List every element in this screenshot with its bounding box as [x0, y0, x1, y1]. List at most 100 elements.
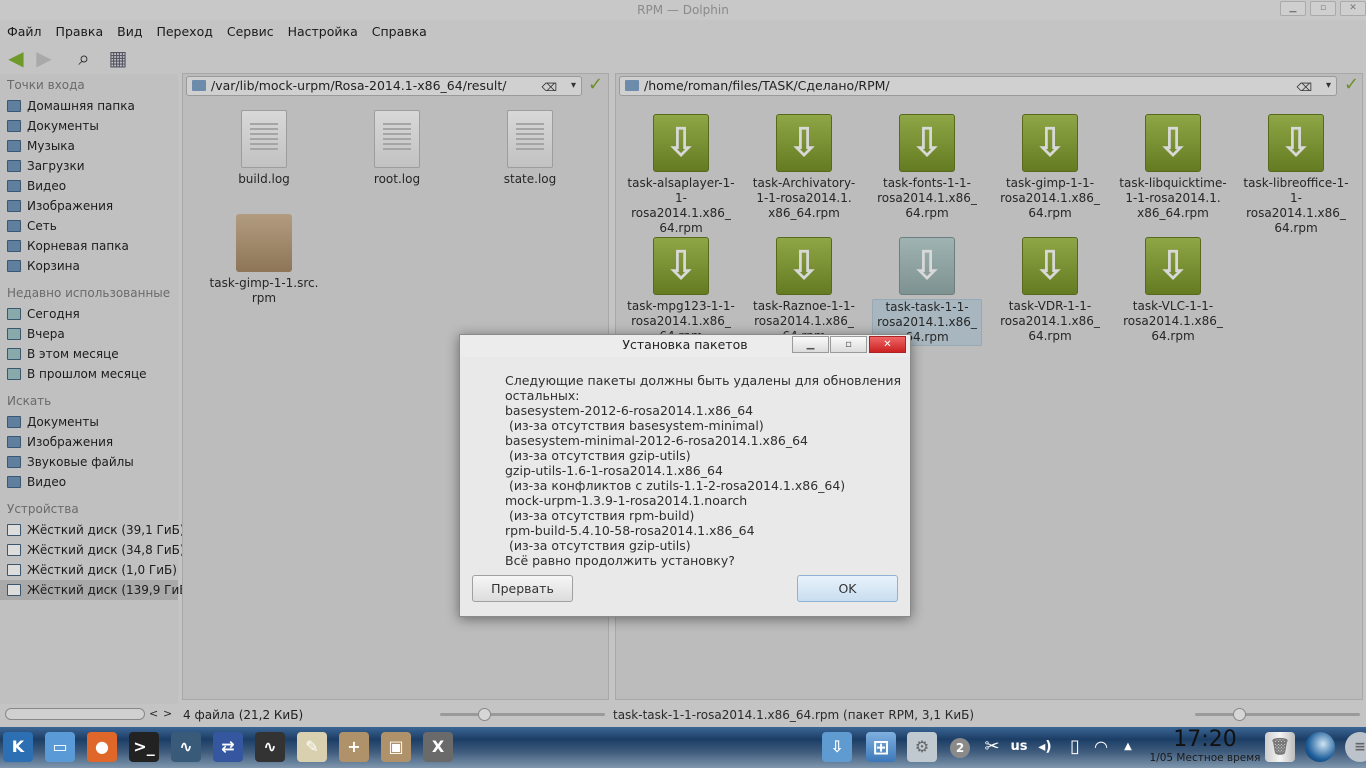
- window-switcher-icon[interactable]: ⊞: [866, 732, 896, 762]
- terminal-icon[interactable]: >_: [129, 732, 159, 762]
- documents-icon: [7, 416, 21, 428]
- close-button[interactable]: ✕: [1340, 1, 1366, 16]
- sidebar-scrollbar[interactable]: [5, 708, 145, 720]
- x-tool-icon[interactable]: X: [423, 732, 453, 762]
- kde-menu-icon[interactable]: K: [3, 732, 33, 762]
- menu-item-1[interactable]: Правка: [49, 22, 111, 42]
- rpm-package-icon: [653, 237, 709, 295]
- ok-button[interactable]: OK: [797, 575, 898, 602]
- scroll-left-icon[interactable]: <: [149, 707, 158, 720]
- root-folder-icon: [7, 240, 21, 252]
- search-icon[interactable]: ⌕: [72, 46, 96, 70]
- back-arrow-icon[interactable]: ◀: [4, 46, 28, 70]
- file-item[interactable]: task-fonts-1-1- rosa2014.1.x86_ 64.rpm: [872, 114, 982, 221]
- zoom-slider-left[interactable]: [440, 708, 605, 721]
- settings-icon[interactable]: ⚙: [907, 732, 937, 762]
- zoom-slider-right[interactable]: [1195, 708, 1360, 721]
- text-file-icon: [241, 110, 287, 168]
- notes-icon[interactable]: ✎: [297, 732, 327, 762]
- clear-icon[interactable]: ⌫: [541, 79, 557, 97]
- dialog-close-button[interactable]: ✕: [869, 336, 906, 353]
- forward-arrow-icon[interactable]: ▶: [32, 46, 56, 70]
- file-item[interactable]: root.log: [342, 110, 452, 187]
- places-panel: Точки входа Домашняя папка Документы Музыка…: [0, 74, 192, 704]
- location-bar[interactable]: /var/lib/mock-urpm/Rosa-2014.1-x86_64/re…: [186, 76, 582, 96]
- trash-icon: [7, 260, 21, 272]
- sidebar-item-recent-2[interactable]: В этом месяце: [0, 344, 178, 364]
- sidebar-item-recent-1[interactable]: Вчера: [0, 324, 178, 344]
- sidebar-item-devices-2[interactable]: Жёсткий диск (1,0 ГиБ): [0, 560, 178, 580]
- file-item[interactable]: task-VLC-1-1- rosa2014.1.x86_ 64.rpm: [1118, 237, 1228, 344]
- sidebar-item-places-7[interactable]: Корневая папка: [0, 236, 178, 256]
- sidebar-item-places-6[interactable]: Сеть: [0, 216, 178, 236]
- menu-item-2[interactable]: Вид: [110, 22, 149, 42]
- package-icon: [236, 214, 292, 272]
- package-install-icon[interactable]: +: [339, 732, 369, 762]
- downloads-folder-icon[interactable]: ⇩: [822, 732, 852, 762]
- file-item[interactable]: build.log: [209, 110, 319, 187]
- file-item[interactable]: task-VDR-1-1- rosa2014.1.x86_ 64.rpm: [995, 237, 1105, 344]
- rpm-package-icon: [1022, 237, 1078, 295]
- file-item[interactable]: task-libreoffice-1- 1-rosa2014.1.x86_ 64…: [1241, 114, 1351, 236]
- sidebar-item-places-3[interactable]: Загрузки: [0, 156, 178, 176]
- menu-item-4[interactable]: Сервис: [220, 22, 281, 42]
- view-mode-icon[interactable]: ▦: [106, 46, 130, 70]
- file-item[interactable]: task-alsaplayer-1- 1-rosa2014.1.x86_ 64.…: [626, 114, 736, 236]
- sidebar-item-places-1[interactable]: Документы: [0, 116, 178, 136]
- scroll-right-icon[interactable]: >: [163, 707, 172, 720]
- wifi-icon[interactable]: ◠: [1086, 732, 1116, 762]
- sidebar-item-places-8[interactable]: Корзина: [0, 256, 178, 276]
- clear-icon[interactable]: ⌫: [1296, 79, 1312, 97]
- sidebar-item-places-0[interactable]: Домашняя папка: [0, 96, 178, 116]
- sidebar-item-devices-3[interactable]: Жёсткий диск (139,9 ГиБ): [0, 580, 192, 600]
- scissors-icon[interactable]: ✂: [977, 732, 1007, 762]
- tray-expand-icon[interactable]: ▲: [1113, 732, 1143, 762]
- firefox-icon[interactable]: ●: [87, 732, 117, 762]
- abort-button[interactable]: Прервать: [472, 575, 573, 602]
- sidebar-item-search-3[interactable]: Видео: [0, 472, 178, 492]
- sidebar-item-label: Документы: [27, 119, 99, 133]
- sidebar-item-search-0[interactable]: Документы: [0, 412, 178, 432]
- dialog-maximize-button[interactable]: ▫: [830, 336, 867, 353]
- menu-item-0[interactable]: Файл: [0, 22, 49, 42]
- file-manager-icon[interactable]: ▭: [45, 732, 75, 762]
- chevron-down-icon[interactable]: ▾: [1326, 77, 1331, 95]
- file-item[interactable]: task-task-1-1- rosa2014.1.x86_ 64.rpm: [872, 237, 982, 346]
- sidebar-item-recent-0[interactable]: Сегодня: [0, 304, 178, 324]
- dialog-minimize-button[interactable]: ▁: [792, 336, 829, 353]
- file-item[interactable]: task-gimp-1-1.src. rpm: [209, 214, 319, 306]
- clock-time[interactable]: 17:20: [1150, 727, 1260, 753]
- trash-icon[interactable]: 🗑: [1265, 732, 1295, 762]
- desktop-pager[interactable]: 2: [950, 738, 970, 758]
- sidebar-item-devices-1[interactable]: Жёсткий диск (34,8 ГиБ): [0, 540, 185, 560]
- minimize-button[interactable]: ▁: [1280, 1, 1306, 16]
- checkmark-icon[interactable]: ✓: [588, 74, 603, 95]
- volume-icon[interactable]: ◂): [1030, 732, 1060, 762]
- system-monitor-icon[interactable]: ∿: [171, 732, 201, 762]
- rosa-logo-icon[interactable]: [1305, 732, 1335, 762]
- maximize-button[interactable]: ▫: [1310, 1, 1336, 16]
- menu-item-3[interactable]: Переход: [149, 22, 219, 42]
- file-item[interactable]: task-Archivatory- 1-1-rosa2014.1. x86_64…: [749, 114, 859, 221]
- sidebar-item-places-5[interactable]: Изображения: [0, 196, 178, 216]
- file-item[interactable]: task-mpg123-1-1- rosa2014.1.x86_ 64.rpm: [626, 237, 736, 344]
- location-bar[interactable]: /home/roman/files/TASK/Сделано/RPM/ ⌫ ▾: [619, 76, 1337, 96]
- file-item[interactable]: task-Raznoe-1-1- rosa2014.1.x86_ 64.rpm: [749, 237, 859, 344]
- sidebar-item-search-1[interactable]: Изображения: [0, 432, 178, 452]
- package-icon[interactable]: ▣: [381, 732, 411, 762]
- sidebar-item-devices-0[interactable]: Жёсткий диск (39,1 ГиБ): [0, 520, 185, 540]
- menu-icon[interactable]: ≡: [1345, 732, 1366, 762]
- sidebar-item-search-2[interactable]: Звуковые файлы: [0, 452, 178, 472]
- ksysguard-icon[interactable]: ∿: [255, 732, 285, 762]
- file-item[interactable]: task-libquicktime- 1-1-rosa2014.1. x86_6…: [1118, 114, 1228, 221]
- checkmark-icon[interactable]: ✓: [1344, 74, 1359, 95]
- sidebar-item-recent-3[interactable]: В прошлом месяце: [0, 364, 178, 384]
- menu-item-6[interactable]: Справка: [365, 22, 434, 42]
- sidebar-item-places-4[interactable]: Видео: [0, 176, 178, 196]
- chevron-down-icon[interactable]: ▾: [571, 77, 576, 95]
- file-item[interactable]: task-gimp-1-1- rosa2014.1.x86_ 64.rpm: [995, 114, 1105, 221]
- file-item[interactable]: state.log: [475, 110, 585, 187]
- sidebar-item-places-2[interactable]: Музыка: [0, 136, 178, 156]
- menu-item-5[interactable]: Настройка: [281, 22, 365, 42]
- network-icon[interactable]: ⇄: [213, 732, 243, 762]
